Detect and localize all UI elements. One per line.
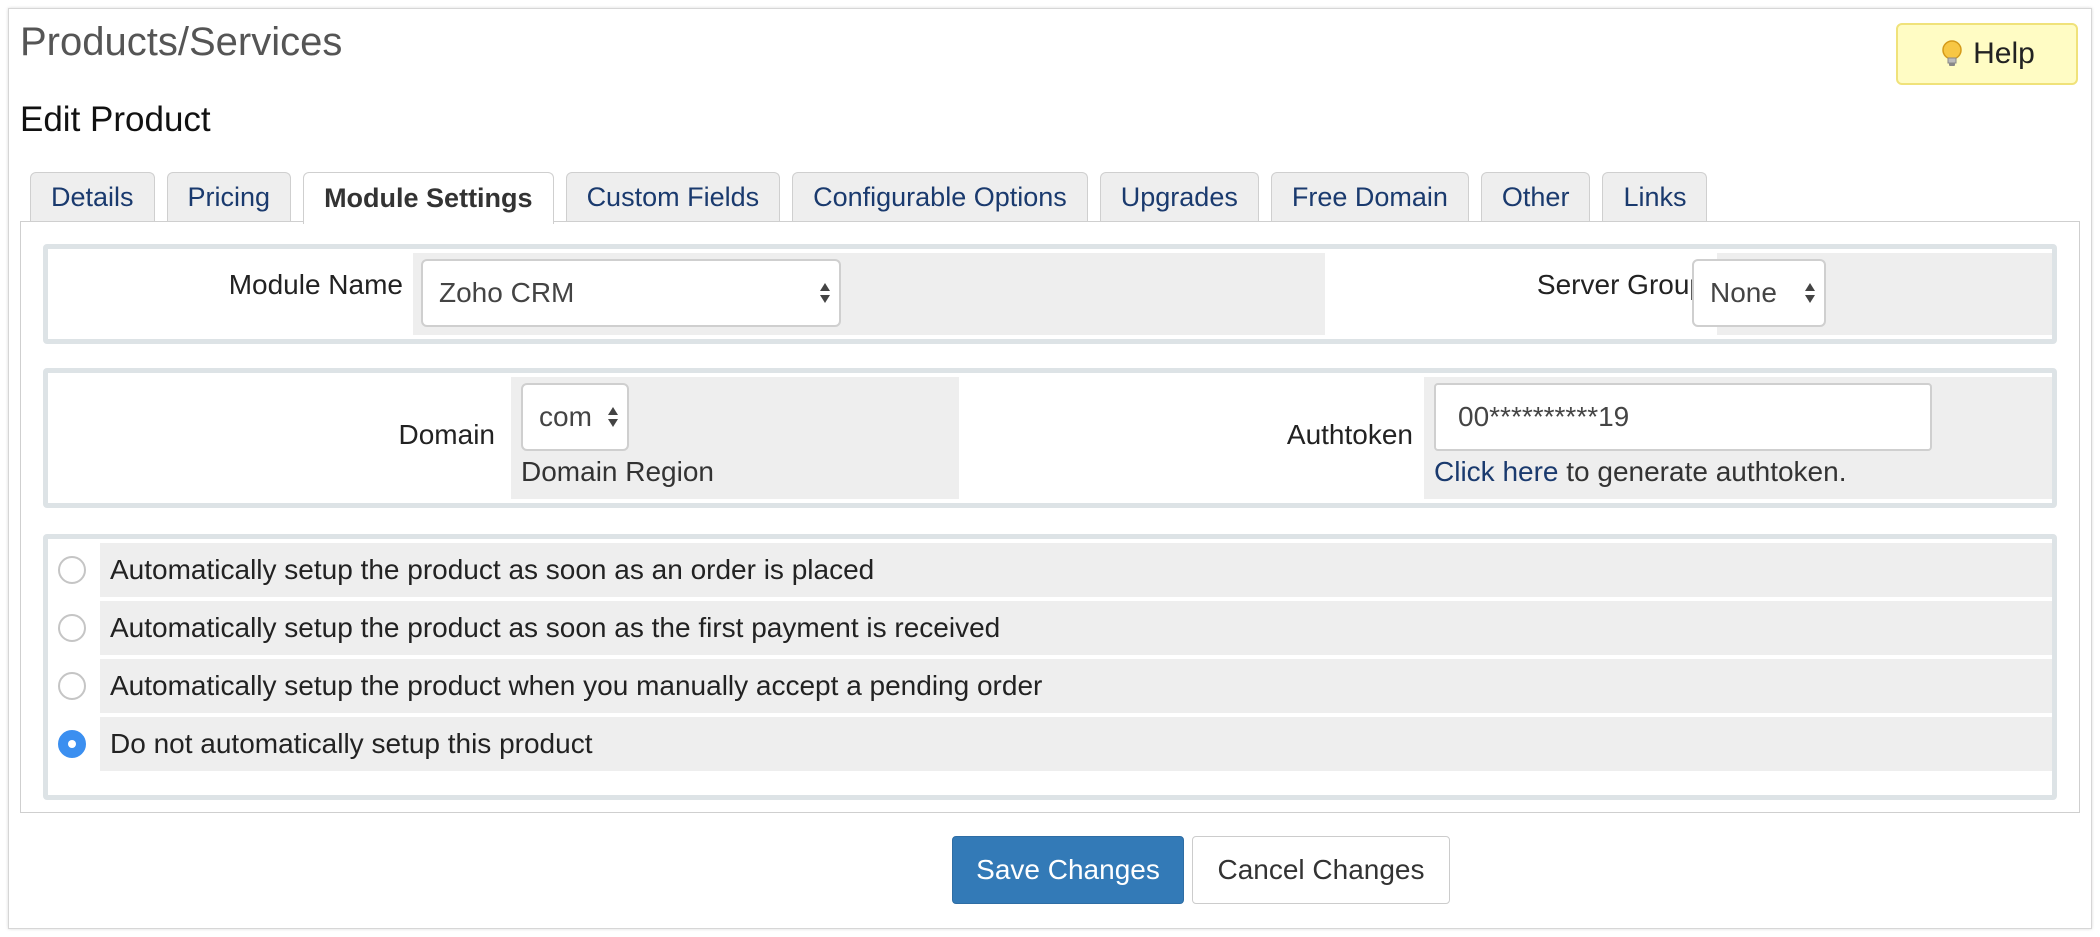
tab-free-domain[interactable]: Free Domain (1270, 172, 1469, 222)
authtoken-input[interactable]: 00**********19 (1434, 383, 1932, 451)
tab-pricing[interactable]: Pricing (166, 172, 292, 222)
setup-option-label[interactable]: Automatically setup the product when you… (100, 659, 2052, 713)
server-group-value: None (1710, 277, 1777, 308)
authtoken-help-suffix: to generate authtoken. (1558, 456, 1847, 487)
select-arrows-icon (1805, 283, 1815, 303)
setup-option-radio[interactable] (58, 614, 86, 642)
module-name-value: Zoho CRM (439, 277, 575, 308)
domain-value: com (539, 401, 592, 432)
domain-select[interactable]: com (521, 383, 629, 451)
module-name-label: Module Name (228, 269, 403, 300)
help-label: Help (1973, 37, 2035, 70)
setup-option-radio[interactable] (58, 556, 86, 584)
setup-option-label[interactable]: Do not automatically setup this product (100, 717, 2052, 771)
save-changes-button[interactable]: Save Changes (952, 836, 1184, 904)
help-button[interactable]: Help (1896, 23, 2078, 85)
tab-details[interactable]: Details (30, 172, 155, 222)
cancel-changes-button[interactable]: Cancel Changes (1192, 836, 1450, 904)
tab-module-settings[interactable]: Module Settings (303, 172, 554, 224)
domain-label: Domain (398, 419, 495, 450)
setup-option-label[interactable]: Automatically setup the product as soon … (100, 601, 2052, 655)
domain-help-text: Domain Region (521, 456, 714, 487)
tab-bar: Details Pricing Module Settings Custom F… (30, 172, 1708, 224)
generate-authtoken-link[interactable]: Click here (1434, 456, 1558, 487)
setup-options-fieldset: Automatically setup the product as soon … (43, 534, 2057, 800)
lightbulb-icon (1942, 40, 1962, 66)
tab-upgrades[interactable]: Upgrades (1099, 172, 1259, 222)
module-settings-panel: Module Name Zoho CRM Server Group None D… (20, 221, 2080, 813)
tab-custom-fields[interactable]: Custom Fields (565, 172, 781, 222)
tab-other[interactable]: Other (1480, 172, 1591, 222)
setup-option-row[interactable]: Automatically setup the product as soon … (48, 601, 2052, 655)
select-arrows-icon (820, 283, 830, 303)
page-title: Products/Services (20, 20, 343, 64)
setup-option-row[interactable]: Automatically setup the product as soon … (48, 543, 2052, 597)
select-arrows-icon (608, 407, 618, 427)
setup-option-radio[interactable] (58, 672, 86, 700)
tab-links[interactable]: Links (1602, 172, 1708, 222)
server-group-label: Server Group (1536, 269, 1705, 300)
section-title: Edit Product (20, 100, 211, 139)
authtoken-label: Authtoken (1286, 419, 1413, 450)
setup-option-row[interactable]: Do not automatically setup this product (48, 717, 2052, 771)
tab-configurable-options[interactable]: Configurable Options (792, 172, 1088, 222)
config-fieldset: Domain com Domain Region Authtoken 00***… (43, 368, 2057, 508)
authtoken-help-text: Click here to generate authtoken. (1434, 456, 1846, 488)
setup-option-row[interactable]: Automatically setup the product when you… (48, 659, 2052, 713)
setup-option-label[interactable]: Automatically setup the product as soon … (100, 543, 2052, 597)
module-name-select[interactable]: Zoho CRM (421, 259, 841, 327)
setup-option-radio-selected[interactable] (58, 730, 86, 758)
server-group-select[interactable]: None (1692, 259, 1826, 327)
module-fieldset: Module Name Zoho CRM Server Group None (43, 244, 2057, 344)
